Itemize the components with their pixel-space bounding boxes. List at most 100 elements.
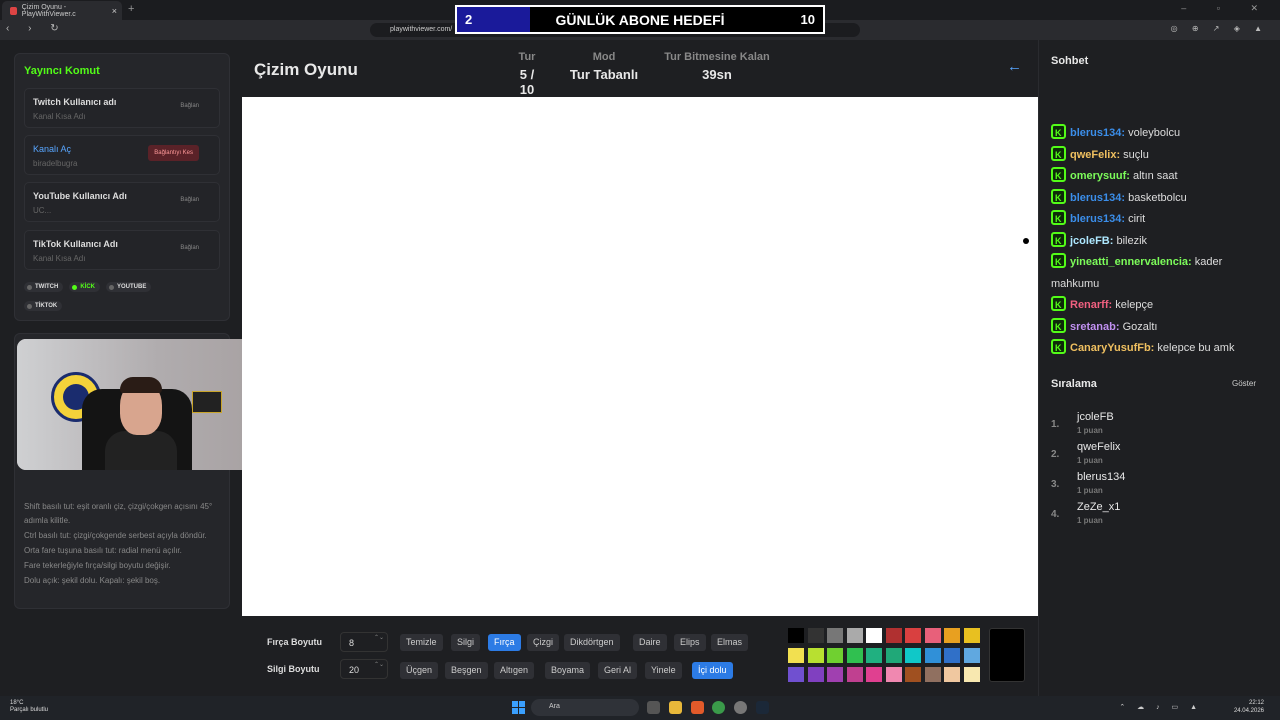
tool-button-row2-2[interactable]: Altıgen: [494, 662, 535, 679]
steam-icon[interactable]: [756, 701, 769, 714]
connect-button[interactable]: Bağlan: [180, 103, 199, 109]
tool-button-row1-2[interactable]: Fırça: [488, 634, 521, 651]
color-swatch[interactable]: [788, 647, 804, 663]
round-value: 5 / 10: [519, 67, 535, 97]
color-swatch[interactable]: [905, 647, 921, 663]
tool-button-row1-6[interactable]: Elips: [674, 634, 706, 651]
color-swatch[interactable]: [827, 647, 843, 663]
connect-button[interactable]: Bağlan: [180, 245, 199, 251]
start-icon[interactable]: [512, 701, 525, 714]
chat-username[interactable]: qweFelix:: [1070, 149, 1120, 161]
color-swatch[interactable]: [866, 647, 882, 663]
stepper-arrows-icon[interactable]: ⌃⌄: [374, 634, 384, 642]
tool-button-row2-6[interactable]: İçi dolu: [692, 662, 733, 679]
color-swatch[interactable]: [885, 667, 902, 682]
tool-button-row1-7[interactable]: Elmas: [711, 634, 749, 651]
eraser-size-stepper[interactable]: 20 ⌃⌄: [340, 659, 388, 679]
tool-button-row2-0[interactable]: Üçgen: [400, 662, 439, 679]
color-swatch[interactable]: [788, 667, 804, 682]
extension-icons[interactable]: ◎ ⊕ ↗ ◈ ▲: [1171, 24, 1268, 33]
color-swatch[interactable]: [944, 647, 960, 663]
twitch-username-input[interactable]: Kanal Kısa Adı: [33, 112, 85, 121]
tool-button-row1-3[interactable]: Çizgi: [527, 634, 560, 651]
rank-name: ZeZe_x1: [1077, 501, 1121, 513]
navigation-buttons[interactable]: ‹ › ↻: [6, 23, 67, 34]
system-tray-icons[interactable]: ⌃ ☁ ♪ ▭ ▲: [1119, 703, 1202, 711]
color-swatch[interactable]: [866, 628, 882, 643]
tool-button-row2-5[interactable]: Yinele: [645, 662, 682, 679]
chrome-icon[interactable]: [712, 701, 725, 714]
chat-username[interactable]: sretanab:: [1070, 321, 1120, 333]
platform-twitch[interactable]: TWITCH: [24, 282, 64, 292]
weather-widget[interactable]: 18°C Parçalı bulutlu: [10, 700, 48, 714]
chat-username[interactable]: blerus134:: [1070, 192, 1125, 204]
tool-button-row2-3[interactable]: Boyama: [545, 662, 591, 679]
tool-button-row1-1[interactable]: Silgi: [451, 634, 481, 651]
window-controls[interactable]: – ▫ ✕: [1181, 3, 1272, 14]
color-swatch[interactable]: [846, 628, 863, 643]
tool-button-row2-4[interactable]: Geri Al: [598, 662, 638, 679]
color-swatch[interactable]: [924, 628, 941, 643]
brave-icon[interactable]: [691, 701, 704, 714]
ranking-title: Sıralama: [1051, 378, 1097, 390]
color-swatch[interactable]: [807, 647, 824, 663]
close-tab-icon[interactable]: ×: [112, 6, 117, 16]
connection-label[interactable]: Kanalı Aç: [33, 144, 71, 154]
color-swatch[interactable]: [944, 667, 960, 682]
color-swatch[interactable]: [963, 647, 980, 663]
show-ranking-button[interactable]: Göster: [1232, 379, 1256, 388]
disconnect-button[interactable]: Bağlantıyı Kes: [148, 145, 199, 161]
chat-username[interactable]: Renarff:: [1070, 299, 1112, 311]
chat-username[interactable]: blerus134:: [1070, 127, 1125, 139]
color-swatch[interactable]: [885, 647, 902, 663]
app-icon[interactable]: [734, 701, 747, 714]
new-tab-icon[interactable]: +: [128, 3, 134, 15]
platform-youtube[interactable]: YOUTUBE: [106, 282, 152, 292]
color-swatch[interactable]: [866, 667, 882, 682]
status-dot-icon: [72, 284, 78, 290]
taskbar-search[interactable]: Ara: [531, 699, 639, 716]
color-swatch[interactable]: [827, 628, 843, 643]
color-swatch[interactable]: [788, 628, 804, 643]
kick-username-input[interactable]: biradelbugra: [33, 159, 77, 168]
color-swatch[interactable]: [944, 628, 960, 643]
platform-kick[interactable]: KİCK: [69, 282, 100, 292]
platform-tiktok[interactable]: TİKTOK: [24, 301, 63, 311]
color-swatch[interactable]: [905, 667, 921, 682]
brush-size-stepper[interactable]: 8 ⌃⌄: [340, 632, 388, 652]
chat-username[interactable]: blerus134:: [1070, 213, 1125, 225]
clock[interactable]: 22:12 24.04.2026: [1234, 699, 1264, 715]
color-swatch[interactable]: [827, 667, 843, 682]
tool-button-row1-4[interactable]: Dikdörtgen: [564, 634, 620, 651]
color-swatch[interactable]: [846, 667, 863, 682]
current-color-preview[interactable]: [989, 628, 1025, 682]
tiktok-username-input[interactable]: Kanal Kısa Adı: [33, 254, 85, 263]
chat-username[interactable]: CanaryYusufFb:: [1070, 342, 1154, 354]
back-arrow-icon[interactable]: ←: [1007, 58, 1022, 75]
color-swatch[interactable]: [807, 667, 824, 682]
color-swatch[interactable]: [924, 647, 941, 663]
color-swatch[interactable]: [963, 667, 980, 682]
chat-username[interactable]: jcoleFB:: [1070, 235, 1113, 247]
color-swatch[interactable]: [963, 628, 980, 643]
color-swatch[interactable]: [807, 628, 824, 643]
connect-button[interactable]: Bağlan: [180, 197, 199, 203]
file-explorer-icon[interactable]: [669, 701, 682, 714]
streamer-body: [105, 431, 177, 470]
tool-button-row2-1[interactable]: Beşgen: [445, 662, 488, 679]
task-view-icon[interactable]: [647, 701, 660, 714]
rank-points: 1 puan: [1077, 516, 1103, 525]
drawing-canvas[interactable]: [242, 97, 1038, 616]
chat-username[interactable]: omerysuuf:: [1070, 170, 1130, 182]
chat-username[interactable]: yineatti_ennervalencia:: [1070, 256, 1192, 268]
youtube-username-input[interactable]: UC...: [33, 206, 51, 215]
color-swatch[interactable]: [905, 628, 921, 643]
color-swatch[interactable]: [885, 628, 902, 643]
color-swatch[interactable]: [846, 647, 863, 663]
tool-button-row1-0[interactable]: Temizle: [400, 634, 443, 651]
stepper-arrows-icon[interactable]: ⌃⌄: [374, 661, 384, 669]
color-swatch[interactable]: [924, 667, 941, 682]
tool-button-row1-5[interactable]: Daire: [633, 634, 667, 651]
clock-date: 24.04.2026: [1233, 708, 1264, 714]
browser-tab[interactable]: Çizim Oyunu - PlayWithViewer.c ×: [2, 1, 122, 20]
